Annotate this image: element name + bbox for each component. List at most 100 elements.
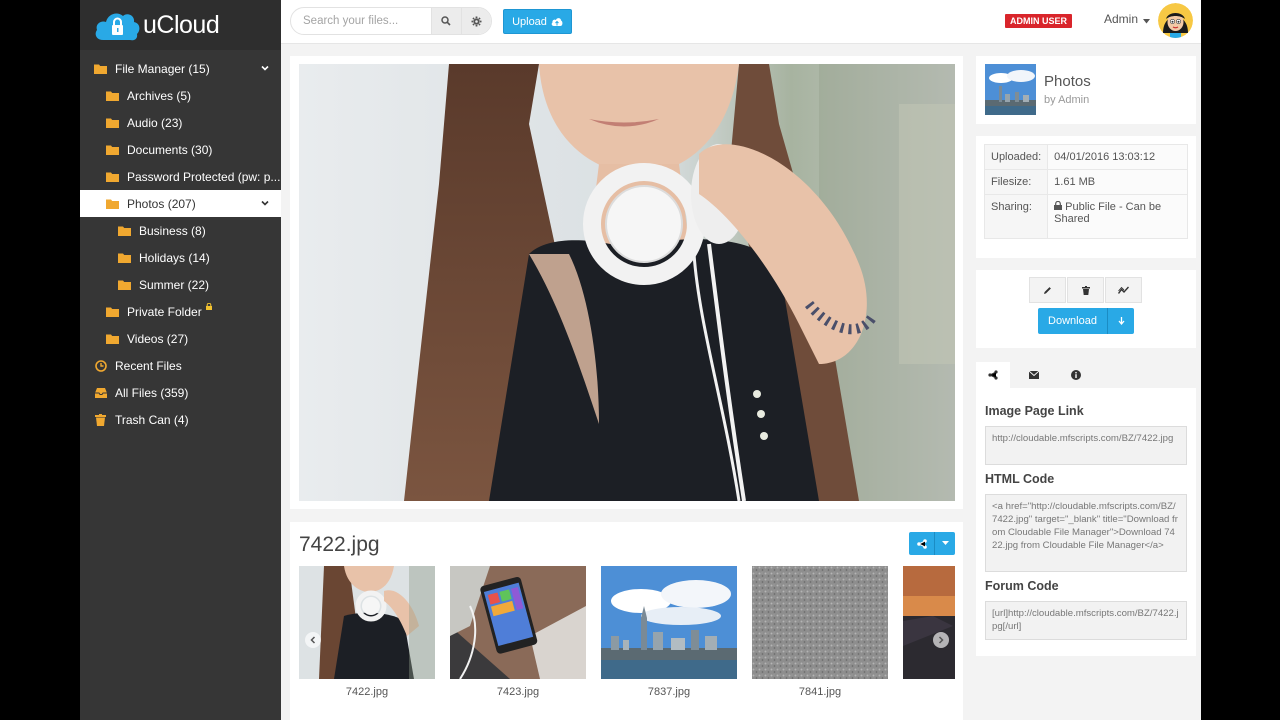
- stats-button[interactable]: [1105, 277, 1142, 303]
- sidebar-item-recent-files[interactable]: Recent Files: [80, 352, 281, 379]
- line-chart-icon: [1118, 286, 1129, 294]
- lock-icon: [205, 302, 212, 312]
- folder-icon: [106, 198, 119, 210]
- share-icon: [988, 370, 998, 380]
- thumbnail-caption: 7422.jpg: [345, 686, 389, 698]
- caret-down-icon[interactable]: [1143, 19, 1150, 24]
- folder-icon: [118, 225, 131, 237]
- folder-thumbnail[interactable]: [985, 64, 1036, 115]
- thumbnail-image: [752, 566, 888, 679]
- folder-title: Photos: [1044, 73, 1091, 90]
- inbox-icon: [94, 387, 107, 399]
- sidebar-item-photos[interactable]: Photos (207): [80, 190, 281, 217]
- sidebar-item-label: Photos (207): [127, 196, 196, 211]
- thumbnail-carousel: 7422.jpg 7423.jpg 7837.jpg 7841.jpg: [299, 566, 955, 706]
- image-preview-panel: [290, 56, 963, 509]
- sidebar-item-audio[interactable]: Audio (23): [80, 109, 281, 136]
- thumbnail-item[interactable]: 7837.jpg: [601, 566, 737, 706]
- carousel-next-button[interactable]: [933, 632, 949, 648]
- folder-icon: [118, 252, 131, 264]
- trash-icon: [1081, 285, 1090, 295]
- search-icon: [441, 16, 451, 26]
- edit-button[interactable]: [1029, 277, 1066, 303]
- thumbnail-caption: 7423.jpg: [496, 686, 540, 698]
- chevron-left-icon: [310, 636, 316, 644]
- sidebar-item-label: Archives (5): [127, 88, 192, 103]
- carousel-prev-button[interactable]: [305, 632, 321, 648]
- search-box: [290, 7, 492, 35]
- chevron-down-icon[interactable]: [261, 64, 269, 72]
- delete-button[interactable]: [1067, 277, 1104, 303]
- html-code-label: HTML Code: [985, 472, 1055, 486]
- upload-button[interactable]: Upload: [503, 9, 572, 34]
- sidebar-item-documents[interactable]: Documents (30): [80, 136, 281, 163]
- sidebar-item-videos[interactable]: Videos (27): [80, 325, 281, 352]
- folder-icon: [94, 63, 107, 75]
- search-input[interactable]: [291, 8, 431, 34]
- html-code-field[interactable]: <a href="http://cloudable.mfscripts.com/…: [985, 494, 1187, 572]
- thumbnail-caption: 7841.jpg: [798, 686, 842, 698]
- share-dropdown-toggle[interactable]: [935, 532, 955, 555]
- sidebar-item-password-protected[interactable]: Password Protected (pw: p...: [80, 163, 281, 190]
- sharing-cell: Public File - Can be Shared: [1047, 194, 1188, 239]
- folder-icon: [106, 171, 119, 183]
- tab-info[interactable]: [1059, 362, 1093, 388]
- tab-email[interactable]: [1017, 362, 1051, 388]
- lock-icon: [1054, 200, 1063, 210]
- sidebar-item-summer[interactable]: Summer (22): [80, 271, 281, 298]
- app-name: uCloud: [143, 10, 220, 39]
- sharing-label: Sharing:: [983, 194, 1049, 239]
- sidebar-item-label: Private Folder: [127, 304, 202, 319]
- folder-icon: [106, 306, 119, 318]
- sidebar-item-label: Business (8): [139, 223, 206, 238]
- sidebar-nav: File Manager (15) Archives (5) Audio (23…: [80, 50, 281, 433]
- chevron-down-icon[interactable]: [261, 199, 269, 207]
- sidebar-item-trash-can[interactable]: Trash Can (4): [80, 406, 281, 433]
- trash-icon: [94, 413, 107, 426]
- search-button[interactable]: [431, 8, 461, 34]
- info-icon: [1071, 370, 1081, 380]
- cloud-lock-logo-icon: [93, 8, 141, 42]
- main-image[interactable]: [299, 64, 955, 501]
- share-button[interactable]: [909, 532, 955, 555]
- image-link-field[interactable]: http://cloudable.mfscripts.com/BZ/7422.j…: [985, 426, 1187, 465]
- sidebar: uCloud File Manager (15) Archives (5) Au…: [80, 0, 281, 720]
- file-actions-card: Download: [976, 270, 1196, 348]
- table-row: Filesize: 1.61 MB: [983, 169, 1188, 195]
- sidebar-item-private-folder[interactable]: Private Folder: [80, 298, 281, 325]
- gear-icon: [471, 16, 482, 26]
- sidebar-item-holidays[interactable]: Holidays (14): [80, 244, 281, 271]
- thumbnail-item[interactable]: 7841.jpg: [752, 566, 888, 706]
- download-options-toggle[interactable]: [1108, 308, 1134, 334]
- avatar[interactable]: [1158, 3, 1193, 38]
- download-button[interactable]: Download: [1038, 308, 1134, 334]
- forum-code-label: Forum Code: [985, 579, 1059, 593]
- user-menu-name[interactable]: Admin: [1104, 12, 1138, 26]
- sidebar-item-business[interactable]: Business (8): [80, 217, 281, 244]
- filesize-value: 1.61 MB: [1047, 169, 1188, 195]
- admin-user-badge: ADMIN USER: [1005, 14, 1073, 28]
- thumbnail-item[interactable]: 7423.jpg: [450, 566, 586, 706]
- download-button-label: Download: [1038, 308, 1108, 334]
- search-settings-button[interactable]: [460, 8, 491, 34]
- sidebar-item-all-files[interactable]: All Files (359): [80, 379, 281, 406]
- filesize-label: Filesize:: [983, 169, 1049, 195]
- sidebar-item-file-manager[interactable]: File Manager (15): [80, 55, 281, 82]
- folder-icon: [106, 333, 119, 345]
- sidebar-item-label: All Files (359): [115, 385, 189, 400]
- top-bar: Upload ADMIN USER Admin: [281, 0, 1201, 44]
- tab-share[interactable]: [976, 362, 1010, 388]
- logo[interactable]: uCloud: [80, 0, 281, 50]
- arrow-down-icon: [1118, 317, 1124, 325]
- thumbnail-image: [299, 566, 435, 679]
- share-tabs: [976, 362, 1196, 388]
- folder-icon: [106, 90, 119, 102]
- share-codes-card: Image Page Link http://cloudable.mfscrip…: [976, 388, 1196, 656]
- sidebar-item-archives[interactable]: Archives (5): [80, 82, 281, 109]
- app-frame: uCloud File Manager (15) Archives (5) Au…: [80, 0, 1201, 720]
- share-icon: [916, 538, 927, 549]
- sharing-value: Public File - Can be Shared: [1054, 201, 1162, 225]
- forum-code-field[interactable]: [url]http://cloudable.mfscripts.com/BZ/7…: [985, 601, 1187, 640]
- pencil-icon: [1044, 286, 1051, 294]
- sidebar-item-label: Recent Files: [115, 358, 182, 373]
